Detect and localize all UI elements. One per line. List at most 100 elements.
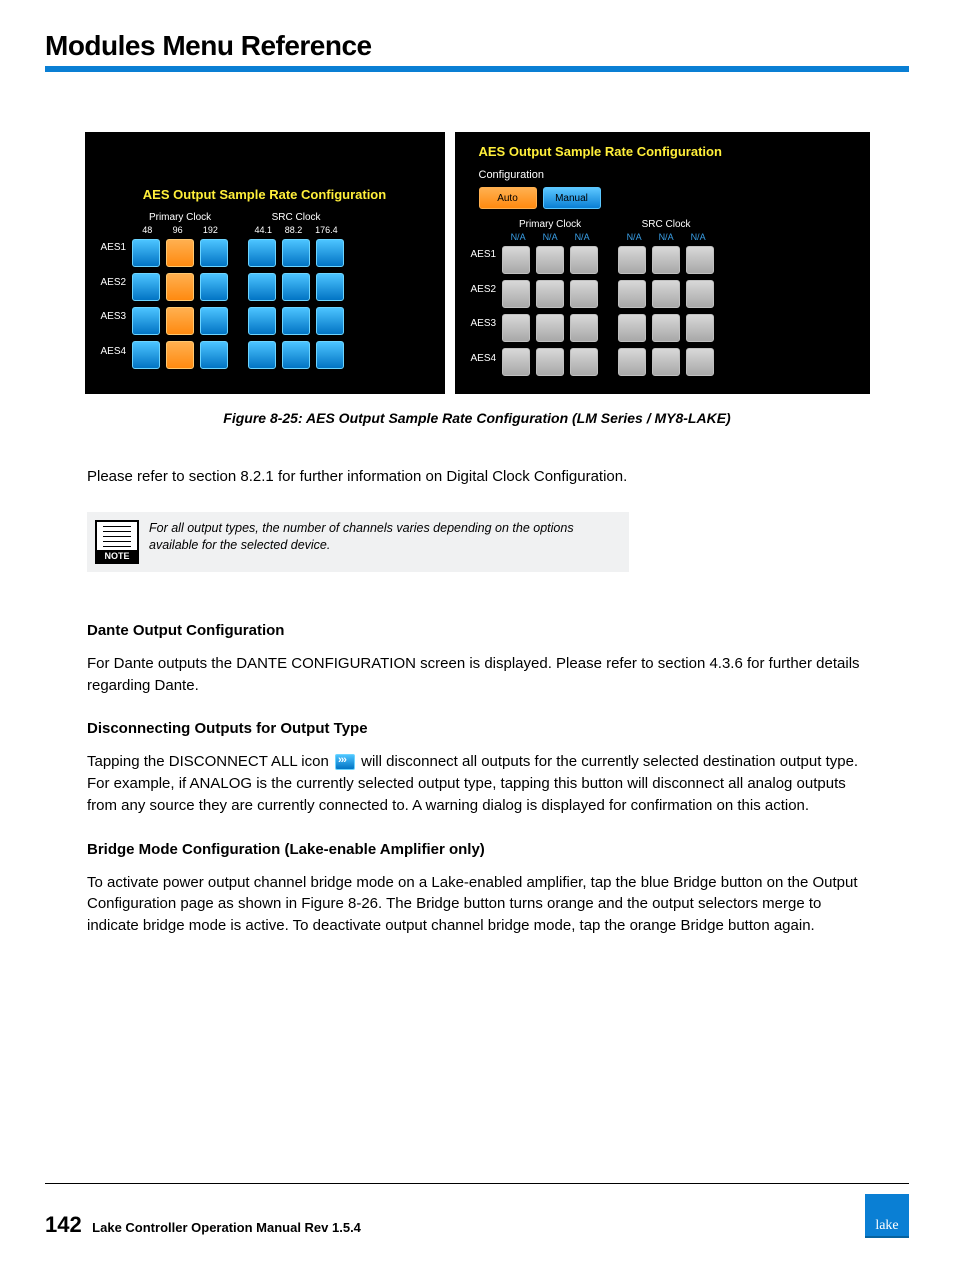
rate-cell[interactable] bbox=[316, 307, 344, 335]
note-icon-label: NOTE bbox=[97, 550, 137, 562]
rate-cell[interactable] bbox=[166, 307, 194, 335]
figure-caption: Figure 8-25: AES Output Sample Rate Conf… bbox=[45, 410, 909, 426]
left-src-cells bbox=[248, 239, 344, 369]
rate-cell[interactable] bbox=[316, 341, 344, 369]
left-row-labels: AES1 AES2 AES3 AES4 bbox=[101, 212, 127, 369]
col-header: 192 bbox=[203, 225, 218, 235]
rate-cell[interactable] bbox=[652, 246, 680, 274]
rate-cell[interactable] bbox=[282, 273, 310, 301]
primary-clock-label: Primary Clock bbox=[502, 219, 598, 230]
rate-cell[interactable] bbox=[618, 280, 646, 308]
note-icon: NOTE bbox=[95, 520, 139, 564]
rate-cell[interactable] bbox=[570, 280, 598, 308]
aes-panel-left: AES Output Sample Rate Configuration AES… bbox=[85, 132, 445, 394]
rate-cell[interactable] bbox=[166, 239, 194, 267]
rate-cell[interactable] bbox=[570, 348, 598, 376]
rate-cell[interactable] bbox=[570, 246, 598, 274]
rate-cell[interactable] bbox=[166, 273, 194, 301]
rate-cell[interactable] bbox=[200, 239, 228, 267]
rate-cell[interactable] bbox=[536, 314, 564, 342]
rate-cell[interactable] bbox=[282, 239, 310, 267]
right-src-group: SRC Clock N/A N/A N/A bbox=[618, 219, 714, 376]
rate-cell[interactable] bbox=[686, 280, 714, 308]
rate-cell[interactable] bbox=[132, 341, 160, 369]
bridge-heading: Bridge Mode Configuration (Lake-enable A… bbox=[87, 841, 867, 858]
row-label: AES3 bbox=[471, 307, 497, 341]
right-primary-group: Primary Clock N/A N/A N/A bbox=[502, 219, 598, 376]
rate-cell[interactable] bbox=[200, 341, 228, 369]
src-clock-label: SRC Clock bbox=[618, 219, 714, 230]
rate-cell[interactable] bbox=[166, 341, 194, 369]
rate-cell[interactable] bbox=[536, 348, 564, 376]
rate-cell[interactable] bbox=[570, 314, 598, 342]
rate-cell[interactable] bbox=[618, 246, 646, 274]
rate-cell[interactable] bbox=[248, 341, 276, 369]
rate-cell[interactable] bbox=[652, 314, 680, 342]
rate-cell[interactable] bbox=[316, 273, 344, 301]
rate-cell[interactable] bbox=[200, 273, 228, 301]
rate-cell[interactable] bbox=[536, 280, 564, 308]
col-header: N/A bbox=[627, 232, 642, 242]
rate-cell[interactable] bbox=[132, 273, 160, 301]
col-header: 44.1 bbox=[254, 225, 272, 235]
row-label: AES2 bbox=[101, 265, 127, 299]
rate-cell[interactable] bbox=[536, 246, 564, 274]
rate-cell[interactable] bbox=[502, 246, 530, 274]
rate-cell[interactable] bbox=[618, 314, 646, 342]
dante-heading: Dante Output Configuration bbox=[87, 622, 867, 639]
panel-right-title: AES Output Sample Rate Configuration bbox=[471, 144, 854, 159]
dante-body: For Dante outputs the DANTE CONFIGURATIO… bbox=[87, 653, 867, 697]
left-src-group: SRC Clock 44.1 88.2 176.4 bbox=[248, 212, 344, 369]
rate-cell[interactable] bbox=[316, 239, 344, 267]
rate-cell[interactable] bbox=[686, 314, 714, 342]
rate-cell[interactable] bbox=[200, 307, 228, 335]
rate-cell[interactable] bbox=[686, 348, 714, 376]
right-src-cells bbox=[618, 246, 714, 376]
row-label: AES1 bbox=[101, 230, 127, 264]
disconnect-heading: Disconnecting Outputs for Output Type bbox=[87, 720, 867, 737]
bridge-body: To activate power output channel bridge … bbox=[87, 872, 867, 937]
col-header: 96 bbox=[173, 225, 183, 235]
row-label: AES1 bbox=[471, 237, 497, 271]
left-primary-cells bbox=[132, 239, 228, 369]
rate-cell[interactable] bbox=[282, 341, 310, 369]
primary-clock-label: Primary Clock bbox=[132, 212, 228, 223]
rate-cell[interactable] bbox=[686, 246, 714, 274]
rate-cell[interactable] bbox=[248, 307, 276, 335]
col-header: N/A bbox=[575, 232, 590, 242]
rate-cell[interactable] bbox=[502, 280, 530, 308]
row-label: AES2 bbox=[471, 272, 497, 306]
footer-rule bbox=[45, 1183, 909, 1184]
row-label: AES4 bbox=[101, 335, 127, 369]
right-primary-cells bbox=[502, 246, 598, 376]
right-row-labels: AES1 AES2 AES3 AES4 bbox=[471, 219, 497, 376]
rate-cell[interactable] bbox=[248, 239, 276, 267]
rate-cell[interactable] bbox=[652, 348, 680, 376]
disconnect-body: Tapping the DISCONNECT ALL icon will dis… bbox=[87, 751, 867, 816]
lake-logo: lake bbox=[865, 1194, 909, 1238]
config-label: Configuration bbox=[479, 169, 854, 181]
note-box: NOTE For all output types, the number of… bbox=[87, 512, 629, 572]
col-header: N/A bbox=[543, 232, 558, 242]
rate-cell[interactable] bbox=[282, 307, 310, 335]
note-text: For all output types, the number of chan… bbox=[149, 520, 615, 554]
row-label: AES3 bbox=[101, 300, 127, 334]
src-clock-label: SRC Clock bbox=[248, 212, 344, 223]
disconnect-body-a: Tapping the DISCONNECT ALL icon bbox=[87, 753, 333, 770]
rate-cell[interactable] bbox=[652, 280, 680, 308]
rate-cell[interactable] bbox=[132, 239, 160, 267]
auto-button[interactable]: Auto bbox=[479, 187, 537, 209]
col-header: N/A bbox=[511, 232, 526, 242]
panel-left-title: AES Output Sample Rate Configuration bbox=[101, 187, 429, 202]
manual-button[interactable]: Manual bbox=[543, 187, 601, 209]
page-title: Modules Menu Reference bbox=[45, 30, 909, 62]
intro-paragraph: Please refer to section 8.2.1 for furthe… bbox=[87, 466, 867, 488]
rate-cell[interactable] bbox=[502, 348, 530, 376]
rate-cell[interactable] bbox=[248, 273, 276, 301]
rate-cell[interactable] bbox=[132, 307, 160, 335]
col-header: 176.4 bbox=[315, 225, 338, 235]
rate-cell[interactable] bbox=[502, 314, 530, 342]
header-rule bbox=[45, 66, 909, 72]
rate-cell[interactable] bbox=[618, 348, 646, 376]
footer-text: Lake Controller Operation Manual Rev 1.5… bbox=[92, 1220, 361, 1235]
